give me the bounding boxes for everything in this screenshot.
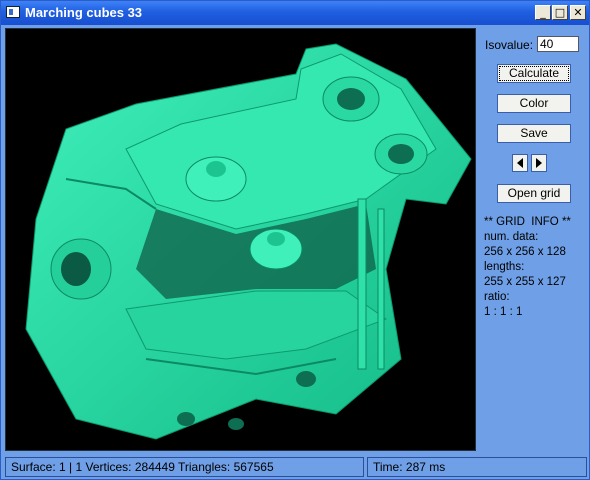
maximize-button[interactable]: □ bbox=[552, 5, 568, 20]
num-data-label: num. data: bbox=[484, 231, 539, 243]
num-data-value: 256 x 256 x 128 bbox=[484, 246, 566, 258]
arrow-right-icon bbox=[536, 158, 542, 168]
status-time: Time: 287 ms bbox=[367, 457, 587, 477]
isosurface-render bbox=[25, 43, 472, 440]
app-icon bbox=[6, 6, 20, 18]
next-surface-button[interactable] bbox=[531, 154, 547, 172]
control-panel: Isovalue: Calculate Color Save Open grid… bbox=[479, 28, 587, 451]
isovalue-input[interactable] bbox=[537, 36, 579, 52]
minimize-button[interactable]: _ bbox=[535, 5, 551, 20]
ratio-label: ratio: bbox=[484, 291, 510, 303]
surface-rod bbox=[357, 198, 367, 370]
status-surface-info: Surface: 1 | 1 Vertices: 284449 Triangle… bbox=[5, 457, 364, 477]
render-viewport[interactable] bbox=[5, 28, 476, 451]
lengths-value: 255 x 255 x 127 bbox=[484, 276, 566, 288]
color-button[interactable]: Color bbox=[497, 94, 571, 113]
calculate-button[interactable]: Calculate bbox=[497, 64, 571, 83]
prev-surface-button[interactable] bbox=[512, 154, 528, 172]
grid-info: ** GRID INFO ** num. data: 256 x 256 x 1… bbox=[484, 215, 571, 320]
grid-info-header: ** GRID INFO ** bbox=[484, 216, 571, 228]
lengths-label: lengths: bbox=[484, 261, 525, 273]
isovalue-label: Isovalue: bbox=[485, 38, 534, 52]
ratio-value: 1 : 1 : 1 bbox=[484, 306, 523, 318]
close-button[interactable]: ✕ bbox=[570, 5, 586, 20]
arrow-left-icon bbox=[517, 158, 523, 168]
save-button[interactable]: Save bbox=[497, 124, 571, 143]
app-window: Marching cubes 33 _ □ ✕ Isovalue: 40 Cal… bbox=[0, 0, 590, 480]
window-title: Marching cubes 33 bbox=[25, 5, 143, 20]
open-grid-button[interactable]: Open grid bbox=[497, 184, 571, 203]
title-bar[interactable]: Marching cubes 33 _ □ ✕ bbox=[1, 1, 589, 25]
